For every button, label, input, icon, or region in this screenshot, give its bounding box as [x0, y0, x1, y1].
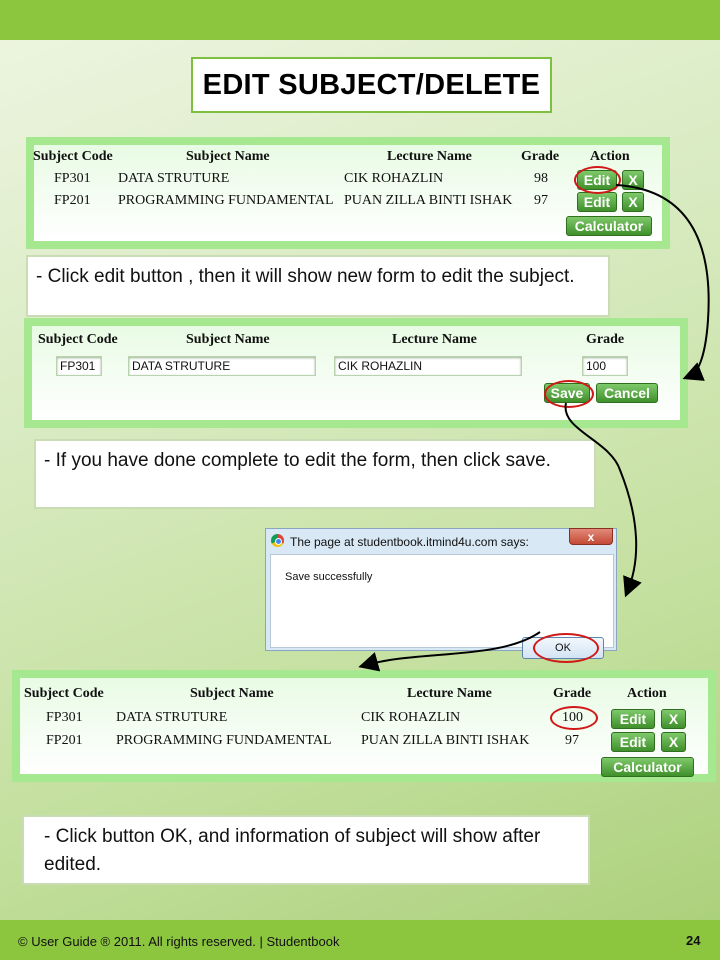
lecture-name-input[interactable]: CIK ROHAZLIN [334, 356, 522, 376]
grade-input[interactable]: 100 [582, 356, 628, 376]
edit-button[interactable]: Edit [577, 192, 617, 212]
instruction-note-save: - If you have done complete to edit the … [34, 439, 596, 509]
row1-lecturer: CIK ROHAZLIN [361, 710, 461, 725]
row2-code: FP201 [46, 733, 83, 748]
dialog-body: Save successfully OK [270, 554, 614, 663]
form-header-lecture-name: Lecture Name [392, 332, 477, 347]
edit-button[interactable]: Edit [611, 732, 655, 752]
highlight-circle [550, 706, 598, 730]
delete-button[interactable]: X [622, 170, 644, 190]
row2-grade: 97 [565, 733, 579, 748]
cancel-button[interactable]: Cancel [596, 383, 658, 403]
row1-code: FP301 [46, 710, 83, 725]
calculator-button[interactable]: Calculator [566, 216, 652, 236]
header-subject-code: Subject Code [33, 149, 113, 164]
edit-button[interactable]: Edit [611, 709, 655, 729]
header-subject-name: Subject Name [186, 149, 270, 164]
highlight-circle [574, 166, 621, 194]
header-lecture-name: Lecture Name [407, 686, 492, 701]
row2-grade: 97 [534, 193, 548, 208]
row2-name: PROGRAMMING FUNDAMENTAL [116, 733, 332, 748]
header-action: Action [590, 149, 630, 164]
calculator-button[interactable]: Calculator [601, 757, 694, 777]
row1-name: DATA STRUTURE [118, 171, 230, 186]
page-title: EDIT SUBJECT/DELETE [191, 57, 552, 113]
row1-lecturer: CIK ROHAZLIN [344, 171, 444, 186]
edit-subject-form: Subject Code Subject Name Lecture Name G… [24, 318, 688, 428]
close-icon[interactable]: x [569, 528, 613, 545]
header-subject-code: Subject Code [24, 686, 104, 701]
instruction-note-edit: - Click edit button , then it will show … [26, 255, 610, 317]
subject-table-before: Subject Code Subject Name Lecture Name G… [26, 137, 670, 249]
header-grade: Grade [553, 686, 592, 701]
form-header-subject-code: Subject Code [38, 332, 118, 347]
highlight-circle [544, 380, 594, 408]
top-bar [0, 0, 720, 40]
header-subject-name: Subject Name [190, 686, 274, 701]
delete-button[interactable]: X [661, 732, 686, 752]
row2-name: PROGRAMMING FUNDAMENTAL [118, 193, 334, 208]
row2-lecturer: PUAN ZILLA BINTI ISHAK [361, 733, 530, 748]
subject-code-input[interactable]: FP301 [56, 356, 102, 376]
row1-name: DATA STRUTURE [116, 710, 228, 725]
row1-code: FP301 [54, 171, 91, 186]
dialog-message: Save successfully [285, 571, 373, 583]
row2-lecturer: PUAN ZILLA BINTI ISHAK [344, 193, 513, 208]
header-grade: Grade [521, 149, 560, 164]
form-header-subject-name: Subject Name [186, 332, 270, 347]
delete-button[interactable]: X [661, 709, 686, 729]
row1-grade: 98 [534, 171, 548, 186]
form-header-grade: Grade [586, 332, 625, 347]
header-action: Action [627, 686, 667, 701]
subject-name-input[interactable]: DATA STRUTURE [128, 356, 316, 376]
highlight-circle [533, 633, 599, 663]
instruction-note-ok: - Click button OK, and information of su… [22, 815, 590, 885]
chrome-icon [271, 534, 284, 547]
footer-copyright: © User Guide ® 2011. All rights reserved… [18, 934, 340, 949]
alert-dialog: The page at studentbook.itmind4u.com say… [265, 528, 617, 663]
delete-button[interactable]: X [622, 192, 644, 212]
dialog-title: The page at studentbook.itmind4u.com say… [290, 535, 529, 549]
header-lecture-name: Lecture Name [387, 149, 472, 164]
subject-table-after: Subject Code Subject Name Lecture Name G… [12, 670, 716, 782]
row2-code: FP201 [54, 193, 91, 208]
page-number: 24 [686, 933, 701, 948]
